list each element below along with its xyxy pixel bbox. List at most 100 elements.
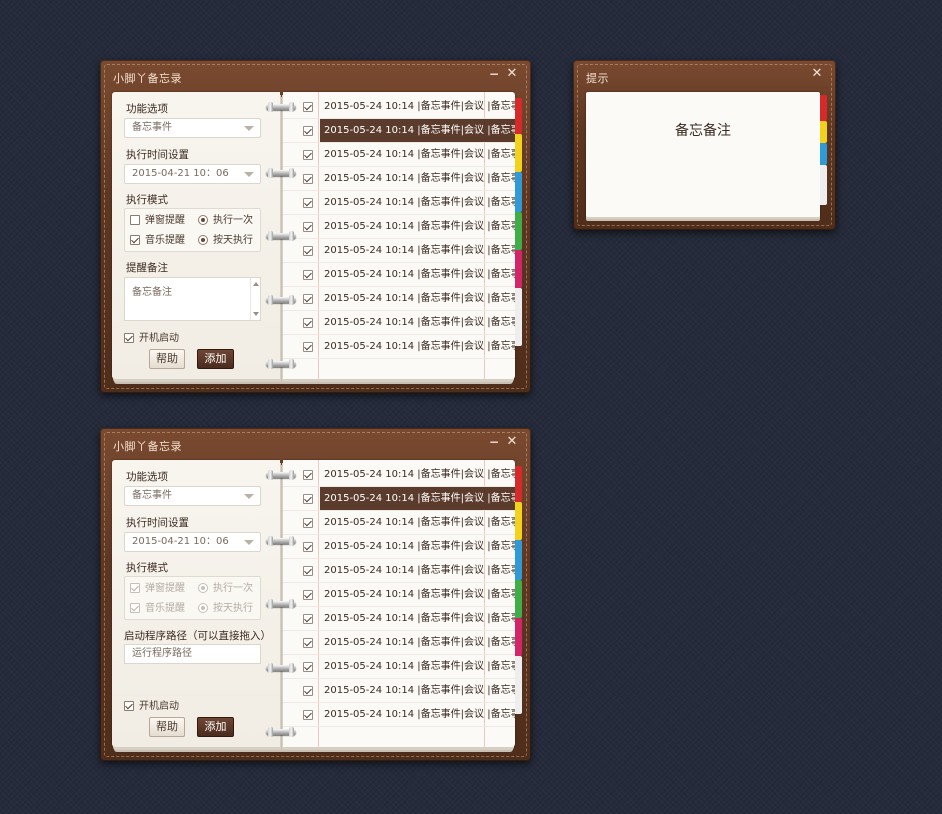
- row-checkbox[interactable]: [303, 566, 313, 576]
- row-checkbox[interactable]: [303, 542, 313, 552]
- list-item[interactable]: 2015-05-24 10:14 |备忘事件|会议 |备忘事: [283, 631, 515, 655]
- list-item[interactable]: 2015-05-24 10:14 |备忘事件|会议 |备忘事: [283, 311, 515, 335]
- tab-yellow[interactable]: [515, 134, 522, 172]
- list-item[interactable]: 2015-05-24 10:14 |备忘事件|会议 |备忘事: [283, 679, 515, 703]
- list-item[interactable]: 2015-05-24 10:14 |备忘事件|会议 |备忘事: [283, 607, 515, 631]
- list-item[interactable]: 2015-05-24 10:14 |备忘事件|会议 |备忘事: [283, 487, 515, 511]
- row-checkbox[interactable]: [303, 686, 313, 696]
- help-button[interactable]: 帮助: [149, 349, 185, 369]
- add-button[interactable]: 添加: [197, 349, 234, 369]
- row-checkbox[interactable]: [303, 614, 313, 624]
- row-checkbox[interactable]: [303, 150, 313, 160]
- binder-ring: [266, 102, 296, 112]
- startup-label: 开机启动: [139, 333, 179, 344]
- row-checkbox[interactable]: [303, 126, 313, 136]
- row-checkbox[interactable]: [303, 590, 313, 600]
- list-item[interactable]: 2015-05-24 10:14 |备忘事件|会议 |备忘事: [283, 263, 515, 287]
- minimize-icon[interactable]: −: [487, 435, 501, 449]
- checkbox-checked-icon: [124, 333, 134, 343]
- tab-yellow[interactable]: [820, 121, 827, 143]
- add-button[interactable]: 添加: [197, 717, 234, 737]
- tab-blue[interactable]: [515, 540, 522, 580]
- row-checkbox[interactable]: [303, 246, 313, 256]
- time-select[interactable]: 2015-04-21 10：06: [124, 164, 261, 184]
- list-item[interactable]: 2015-05-24 10:14 |备忘事件|会议 |备忘事: [283, 583, 515, 607]
- tab-blue[interactable]: [515, 172, 522, 212]
- list-item-text: 2015-05-24 10:14 |备忘事件|会议 |备忘事: [320, 487, 515, 510]
- tip-window: 提示 ✕ 备忘备注: [573, 60, 836, 230]
- row-checkbox[interactable]: [303, 318, 313, 328]
- tab-white[interactable]: [515, 656, 522, 714]
- tab-red[interactable]: [515, 466, 522, 502]
- time-select[interactable]: 2015-04-21 10：06: [124, 532, 261, 552]
- tab-white[interactable]: [515, 288, 522, 346]
- tab-green[interactable]: [515, 212, 522, 250]
- list-item[interactable]: 2015-05-24 10:14 |备忘事件|会议 |备忘事: [283, 239, 515, 263]
- popup-reminder-label: 弹窗提醒: [145, 215, 185, 226]
- row-checkbox[interactable]: [303, 518, 313, 528]
- list-item[interactable]: 2015-05-24 10:14 |备忘事件|会议 |备忘事: [283, 143, 515, 167]
- list-item[interactable]: 2015-05-24 10:14 |备忘事件|会议 |备忘事: [283, 463, 515, 487]
- row-checkbox[interactable]: [303, 174, 313, 184]
- list-item[interactable]: 2015-05-24 10:14 |备忘事件|会议 |备忘事: [283, 559, 515, 583]
- list-item[interactable]: 2015-05-24 10:14 |备忘事件|会议 |备忘事: [283, 655, 515, 679]
- tab-pink[interactable]: [515, 618, 522, 656]
- once-radio[interactable]: 执行一次: [198, 214, 253, 228]
- minimize-icon[interactable]: −: [487, 67, 501, 81]
- program-path-input[interactable]: 运行程序路径: [124, 644, 261, 664]
- title-bar[interactable]: 小脚丫备忘录 − ✕: [100, 428, 531, 458]
- startup-checkbox[interactable]: 开机启动: [124, 329, 179, 344]
- tab-white[interactable]: [820, 165, 827, 205]
- row-checkbox[interactable]: [303, 294, 313, 304]
- help-button[interactable]: 帮助: [149, 717, 185, 737]
- title-bar[interactable]: 提示 ✕: [573, 60, 836, 90]
- row-checkbox[interactable]: [303, 470, 313, 480]
- row-checkbox[interactable]: [303, 102, 313, 112]
- row-checkbox[interactable]: [303, 198, 313, 208]
- popup-reminder-checkbox[interactable]: 弹窗提醒: [130, 214, 185, 228]
- tip-message: 备忘备注: [675, 123, 731, 139]
- list-item[interactable]: 2015-05-24 10:14 |备忘事件|会议 |备忘事: [283, 703, 515, 727]
- scroll-down-icon[interactable]: [253, 312, 259, 316]
- tab-red[interactable]: [515, 98, 522, 134]
- list-item[interactable]: 2015-05-24 10:14 |备忘事件|会议 |备忘事: [283, 167, 515, 191]
- scroll-up-icon[interactable]: [253, 282, 259, 286]
- function-select[interactable]: 备忘事件: [124, 118, 261, 138]
- list-item[interactable]: 2015-05-24 10:14 |备忘事件|会议 |备忘事: [283, 191, 515, 215]
- close-icon[interactable]: ✕: [505, 435, 519, 449]
- startup-checkbox[interactable]: 开机启动: [124, 697, 179, 712]
- close-icon[interactable]: ✕: [810, 67, 824, 81]
- binder-ring: [266, 295, 296, 305]
- daily-radio[interactable]: 按天执行: [198, 234, 253, 248]
- tab-blue[interactable]: [820, 143, 827, 165]
- time-label: 执行时间设置: [126, 517, 189, 529]
- list-item[interactable]: 2015-05-24 10:14 |备忘事件|会议 |备忘事: [283, 335, 515, 359]
- note-textarea[interactable]: 备忘备注: [124, 277, 261, 321]
- mode-options: 弹窗提醒 执行一次 音乐提醒 按天执行: [124, 208, 261, 252]
- row-checkbox[interactable]: [303, 494, 313, 504]
- list-item[interactable]: 2015-05-24 10:14 |备忘事件|会议 |备忘事: [283, 95, 515, 119]
- list-item[interactable]: 2015-05-24 10:14 |备忘事件|会议 |备忘事: [283, 535, 515, 559]
- row-checkbox[interactable]: [303, 342, 313, 352]
- tab-yellow[interactable]: [515, 502, 522, 540]
- note-scrollbar[interactable]: [250, 278, 260, 320]
- binder-ring: [266, 359, 296, 369]
- row-checkbox[interactable]: [303, 638, 313, 648]
- function-select[interactable]: 备忘事件: [124, 486, 261, 506]
- mode-label: 执行模式: [126, 562, 168, 574]
- memo-list-page: 2015-05-24 10:14 |备忘事件|会议 |备忘事 2015-05-24…: [283, 92, 515, 379]
- title-bar[interactable]: 小脚丫备忘录 − ✕: [100, 60, 531, 90]
- music-reminder-checkbox[interactable]: 音乐提醒: [130, 234, 185, 248]
- tab-green[interactable]: [515, 580, 522, 618]
- close-icon[interactable]: ✕: [505, 67, 519, 81]
- list-item[interactable]: 2015-05-24 10:14 |备忘事件|会议 |备忘事: [283, 511, 515, 535]
- list-item[interactable]: 2015-05-24 10:14 |备忘事件|会议 |备忘事: [283, 287, 515, 311]
- list-item[interactable]: 2015-05-24 10:14 |备忘事件|会议 |备忘事: [283, 215, 515, 239]
- tab-red[interactable]: [820, 95, 827, 121]
- row-checkbox[interactable]: [303, 222, 313, 232]
- row-checkbox[interactable]: [303, 662, 313, 672]
- tab-pink[interactable]: [515, 250, 522, 288]
- list-item[interactable]: 2015-05-24 10:14 |备忘事件|会议 |备忘事: [283, 119, 515, 143]
- row-checkbox[interactable]: [303, 270, 313, 280]
- row-checkbox[interactable]: [303, 710, 313, 720]
